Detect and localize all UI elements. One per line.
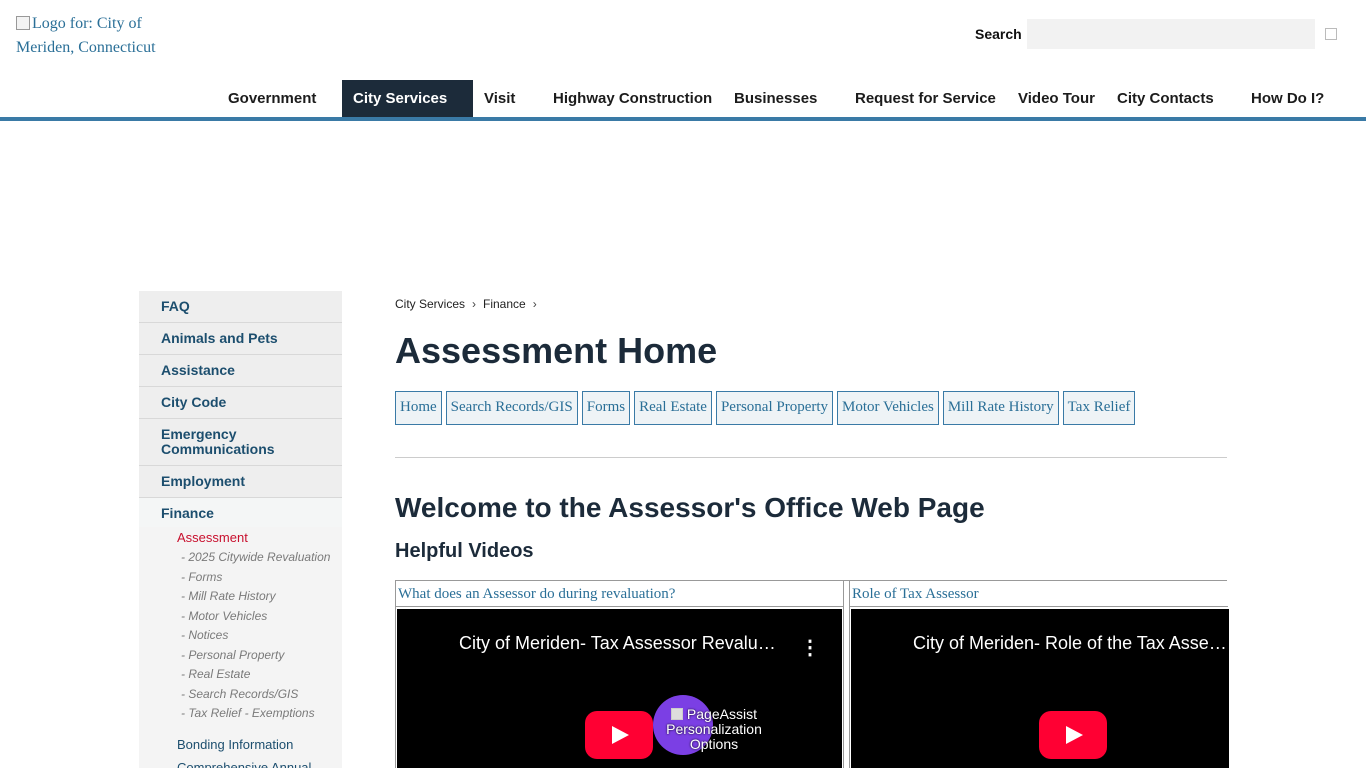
- nav-businesses[interactable]: Businesses: [723, 80, 828, 118]
- sidebar-subitem-notices[interactable]: - Notices: [139, 626, 342, 646]
- subnav-search-records[interactable]: Search Records/GIS: [445, 391, 578, 425]
- sidebar-subitem-forms[interactable]: - Forms: [139, 568, 342, 588]
- sidebar-item-emergency-communications[interactable]: Emergency Communications: [139, 419, 342, 466]
- sidebar-subitem-revaluation[interactable]: - 2025 Citywide Revaluation: [139, 548, 342, 568]
- divider: [395, 457, 1227, 458]
- nav-request-for-service[interactable]: Request for Service: [844, 80, 1007, 118]
- video-caption-link[interactable]: What does an Assessor do during revaluat…: [396, 581, 843, 607]
- search-bar: Search: [975, 19, 1337, 49]
- sidebar-item-bonding-information[interactable]: Bonding Information: [139, 732, 342, 755]
- subnav-motor-vehicles[interactable]: Motor Vehicles: [837, 391, 939, 425]
- welcome-heading: Welcome to the Assessor's Office Web Pag…: [395, 492, 985, 523]
- subnav-home[interactable]: Home: [395, 391, 442, 425]
- nav-highway-construction[interactable]: Highway Construction: [542, 80, 723, 118]
- sidebar-subitem-tax-relief[interactable]: - Tax Relief - Exemptions: [139, 704, 342, 724]
- sidebar-item-finance[interactable]: Finance: [139, 498, 342, 527]
- sidebar-item-employment[interactable]: Employment: [139, 466, 342, 498]
- nav-city-contacts[interactable]: City Contacts: [1106, 80, 1225, 118]
- site-logo[interactable]: Logo for: City of Meriden, Connecticut: [16, 12, 166, 60]
- sidebar-item-faq[interactable]: FAQ: [139, 291, 342, 323]
- nav-video-tour[interactable]: Video Tour: [1007, 80, 1106, 118]
- nav-how-do-i[interactable]: How Do I?: [1240, 80, 1335, 118]
- videos-heading: Helpful Videos: [395, 540, 534, 562]
- more-options-icon[interactable]: ⋮: [800, 635, 820, 660]
- sidebar-item-animals-and-pets[interactable]: Animals and Pets: [139, 323, 342, 355]
- subnav-mill-rate-history[interactable]: Mill Rate History: [942, 391, 1059, 425]
- broken-image-icon: [16, 16, 30, 30]
- video-cell: What does an Assessor do during revaluat…: [396, 581, 844, 768]
- sidebar-item-comprehensive-annual[interactable]: Comprehensive Annual: [139, 755, 342, 768]
- sidebar-subitem-search-records[interactable]: - Search Records/GIS: [139, 685, 342, 705]
- pageassist-label[interactable]: PageAssist Personalization Options: [664, 707, 764, 752]
- video-player[interactable]: City of Meriden- Role of the Tax Asse…: [851, 609, 1229, 768]
- video-player[interactable]: City of Meriden- Tax Assessor Revalu… ⋮: [397, 609, 842, 768]
- subnav-personal-property[interactable]: Personal Property: [715, 391, 834, 425]
- sidebar-menu: FAQ Animals and Pets Assistance City Cod…: [139, 291, 342, 768]
- breadcrumb-separator: ›: [472, 297, 477, 311]
- sidebar-subitem-real-estate[interactable]: - Real Estate: [139, 665, 342, 685]
- nav-divider: [0, 117, 1366, 121]
- sidebar-subitem-personal-property[interactable]: - Personal Property: [139, 646, 342, 666]
- subnav-forms[interactable]: Forms: [581, 391, 631, 425]
- breadcrumb-city-services[interactable]: City Services: [395, 297, 465, 311]
- video-cell: Role of Tax Assessor City of Meriden- Ro…: [849, 581, 1229, 768]
- logo-alt-text: Logo for: City of Meriden, Connecticut: [16, 15, 156, 56]
- search-label: Search: [975, 26, 1022, 42]
- videos-table: What does an Assessor do during revaluat…: [395, 580, 1229, 768]
- subnav-real-estate[interactable]: Real Estate: [634, 391, 712, 425]
- page-title: Assessment Home: [395, 330, 718, 371]
- video-title[interactable]: City of Meriden- Tax Assessor Revalu…: [459, 633, 779, 654]
- video-caption-link[interactable]: Role of Tax Assessor: [850, 581, 1228, 607]
- sidebar-item-city-code[interactable]: City Code: [139, 387, 342, 419]
- subnav-tax-relief[interactable]: Tax Relief: [1062, 391, 1136, 425]
- search-input[interactable]: [1026, 19, 1315, 49]
- breadcrumb: City Services › Finance ›: [395, 297, 1227, 311]
- nav-government[interactable]: Government: [217, 80, 327, 118]
- search-button-icon[interactable]: [1324, 28, 1337, 40]
- breadcrumb-finance[interactable]: Finance: [483, 297, 526, 311]
- main-content: City Services › Finance › Assessment Home H…: [395, 291, 1229, 768]
- nav-visit[interactable]: Visit: [473, 80, 526, 118]
- assessment-subnav: Home Search Records/GIS Forms Real Estat…: [395, 391, 1227, 425]
- broken-image-icon: [671, 708, 684, 720]
- play-button-icon[interactable]: [1039, 711, 1107, 759]
- nav-city-services[interactable]: City Services: [342, 80, 473, 118]
- breadcrumb-separator: ›: [532, 297, 537, 311]
- sidebar-subitem-motor-vehicles[interactable]: - Motor Vehicles: [139, 607, 342, 627]
- sidebar-subitem-mill-rate-history[interactable]: - Mill Rate History: [139, 587, 342, 607]
- play-button-icon[interactable]: [585, 711, 653, 759]
- sidebar-item-assistance[interactable]: Assistance: [139, 355, 342, 387]
- video-title[interactable]: City of Meriden- Role of the Tax Asse…: [913, 633, 1229, 654]
- sidebar-item-assessment[interactable]: Assessment: [139, 527, 342, 548]
- main-navigation: Government City Services Visit Highway C…: [0, 80, 1366, 118]
